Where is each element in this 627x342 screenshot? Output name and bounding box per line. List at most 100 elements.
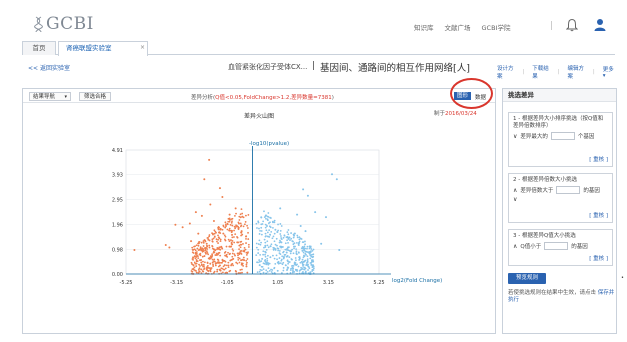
data-point xyxy=(287,262,290,265)
data-point xyxy=(200,268,202,271)
data-point xyxy=(286,269,288,272)
edit-scheme-link[interactable]: 编辑方案 xyxy=(568,64,585,80)
chevron-up-icon[interactable]: ∧ xyxy=(513,243,517,250)
data-point xyxy=(240,224,243,227)
data-point xyxy=(245,259,248,262)
data-point xyxy=(215,231,217,234)
tab-close-icon[interactable]: × xyxy=(140,41,145,54)
data-point xyxy=(231,243,234,246)
data-point xyxy=(304,240,306,243)
nav-gcbi-academy[interactable]: GCBI学院 xyxy=(482,22,511,32)
data-point xyxy=(243,259,246,262)
reset-link[interactable]: [ 重核 ] xyxy=(589,211,608,219)
data-point xyxy=(258,260,261,263)
data-point xyxy=(284,253,287,256)
data-point xyxy=(295,252,298,254)
download-results-link[interactable]: 下载结果 xyxy=(532,64,549,80)
reset-link[interactable]: [ 重核 ] xyxy=(589,155,608,163)
data-point xyxy=(240,230,243,233)
data-point xyxy=(306,255,309,258)
data-point xyxy=(266,215,269,218)
data-point xyxy=(235,261,238,264)
data-point xyxy=(240,231,243,234)
data-point xyxy=(174,223,177,226)
data-point xyxy=(200,241,203,244)
data-point xyxy=(228,217,231,220)
data-point xyxy=(273,257,276,260)
reset-link[interactable]: [ 重核 ] xyxy=(589,254,608,262)
data-point xyxy=(256,227,258,229)
data-point xyxy=(265,225,268,228)
data-point xyxy=(279,229,282,232)
box3-row: ∧ Q值小于 的基因 xyxy=(513,242,608,250)
chevron-down-icon[interactable]: ∨ xyxy=(513,196,517,203)
data-point xyxy=(288,261,291,263)
data-point xyxy=(258,259,261,261)
data-point xyxy=(289,239,291,242)
design-scheme-link[interactable]: 设计方案 xyxy=(497,64,514,80)
data-point xyxy=(194,262,197,265)
nav-divider xyxy=(551,21,552,30)
logo[interactable]: GCBI xyxy=(34,14,94,34)
data-point xyxy=(269,216,271,219)
data-point xyxy=(268,229,271,231)
data-point xyxy=(181,226,184,229)
data-point xyxy=(216,270,219,273)
data-point xyxy=(206,237,209,239)
data-point xyxy=(260,241,262,244)
bell-icon[interactable] xyxy=(566,18,578,32)
data-point xyxy=(299,225,302,228)
data-point xyxy=(335,178,338,181)
data-point xyxy=(202,241,205,244)
data-point xyxy=(295,241,298,244)
data-point xyxy=(281,246,284,248)
data-point xyxy=(260,223,263,226)
fold-change-input[interactable] xyxy=(556,186,581,194)
tab-kidney-lab[interactable]: 肾癌联盟实验室 × xyxy=(58,41,148,56)
tab-kidney-lab-label: 肾癌联盟实验室 xyxy=(66,44,112,52)
fold-change-box: 2 - 根据差异倍数大小挑选 ∧ 差异倍数大于 的基因 ∨ [ 重核 ] xyxy=(508,173,613,223)
data-point xyxy=(217,252,220,254)
nav-literature-square[interactable]: 文献广场 xyxy=(445,22,471,32)
data-point xyxy=(296,263,298,266)
back-to-lab-link[interactable]: << 返回实验室 xyxy=(28,63,70,72)
scheme-header: << 返回实验室 血管紧张化因子受体CX... | 基因间、通路间的相互作用网络… xyxy=(22,56,615,80)
tab-home[interactable]: 首页 xyxy=(22,41,56,55)
nav-knowledge-base[interactable]: 知识库 xyxy=(414,22,434,32)
data-point xyxy=(204,239,206,242)
data-point xyxy=(230,229,233,232)
data-point xyxy=(264,232,267,235)
data-point xyxy=(284,248,287,251)
preview-rules-button[interactable]: 预览规则 xyxy=(508,273,546,284)
data-point xyxy=(257,221,260,224)
data-point xyxy=(294,257,297,259)
more-menu[interactable]: 更多 ▾ xyxy=(603,65,615,79)
data-point xyxy=(279,233,282,235)
data-point xyxy=(294,245,296,248)
data-point xyxy=(338,249,341,252)
data-point xyxy=(213,235,216,238)
data-point xyxy=(237,258,240,261)
top-n-input[interactable] xyxy=(550,132,575,140)
q-value-input[interactable] xyxy=(544,242,569,250)
data-point xyxy=(193,268,195,271)
data-point xyxy=(256,271,259,274)
user-icon[interactable] xyxy=(594,18,606,31)
data-point xyxy=(279,207,282,210)
data-point xyxy=(227,251,229,254)
data-point xyxy=(298,236,301,239)
data-point xyxy=(231,255,234,258)
data-point xyxy=(310,261,313,264)
box2-row2: ∨ xyxy=(513,196,608,203)
chevron-down-icon[interactable]: ∨ xyxy=(513,133,517,140)
chevron-up-icon[interactable]: ∧ xyxy=(513,187,517,194)
data-point xyxy=(246,261,248,264)
data-point xyxy=(193,266,196,269)
data-point xyxy=(242,256,245,259)
data-point xyxy=(231,240,234,242)
data-point xyxy=(266,218,269,221)
data-point xyxy=(258,227,260,230)
scheme-subtitle: 血管紧张化因子受体CX... xyxy=(228,63,308,71)
data-point xyxy=(212,219,215,222)
data-point xyxy=(297,265,300,268)
